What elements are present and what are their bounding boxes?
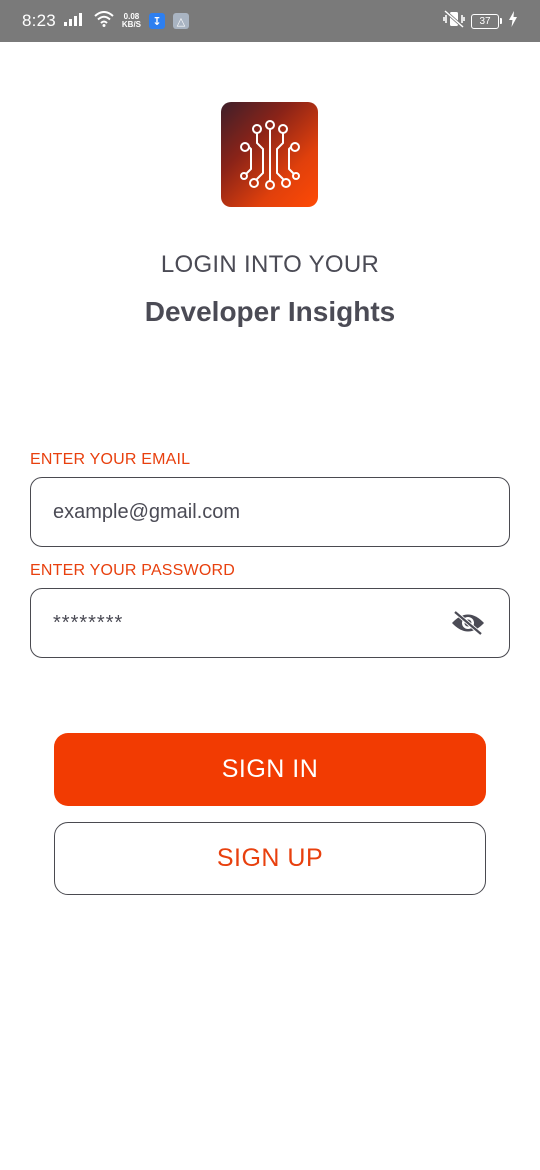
sign-up-button[interactable]: SIGN UP [54, 822, 486, 895]
wifi-icon [94, 10, 114, 32]
signal-icon [63, 12, 86, 31]
app-title: Developer Insights [144, 296, 396, 327]
email-value: example@gmail.com [53, 500, 241, 523]
battery-icon: 37 [471, 13, 502, 29]
network-speed-unit: KB/S [121, 20, 142, 29]
usb-icon: ↧ [149, 13, 166, 29]
password-value: ******** [53, 611, 124, 634]
status-left: 8:23 0.08 KB/S ↧ △ [22, 10, 190, 32]
status-bar: 8:23 0.08 KB/S ↧ △ 37 [0, 0, 540, 42]
network-speed: 0.08 KB/S [122, 13, 141, 29]
email-label: ENTER YOUR EMAIL [30, 451, 191, 468]
login-subtitle: LOGIN INTO YOUR [160, 251, 380, 278]
notification-icon: △ [173, 13, 190, 29]
status-right: 37 [443, 9, 518, 33]
app-logo [221, 102, 318, 207]
vibrate-off-icon [443, 9, 465, 33]
status-time: 8:23 [22, 11, 56, 30]
password-label: ENTER YOUR PASSWORD [30, 562, 236, 579]
eye-off-icon[interactable] [449, 608, 487, 638]
battery-level: 37 [471, 13, 499, 29]
circuit-icon [239, 119, 300, 190]
charging-icon [508, 10, 518, 32]
password-field[interactable]: ******** [30, 588, 510, 658]
email-field[interactable]: example@gmail.com [30, 477, 510, 547]
sign-in-button[interactable]: SIGN IN [54, 733, 486, 806]
